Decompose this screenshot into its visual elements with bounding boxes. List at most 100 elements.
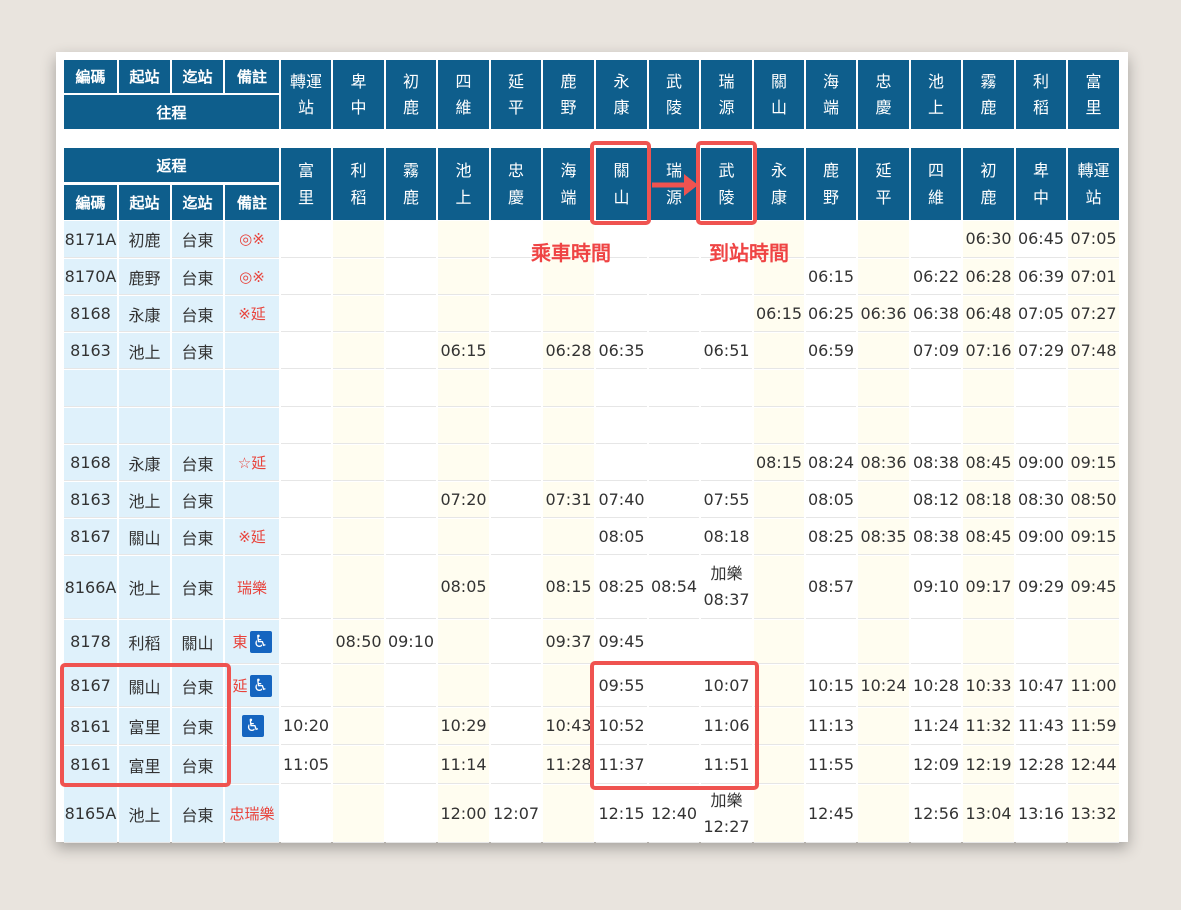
time-cell [754, 708, 804, 745]
row-from [119, 408, 170, 444]
wheelchair-icon: ♿ [249, 674, 272, 697]
time-cell [333, 408, 384, 444]
time-cell: 07:48 [1068, 333, 1119, 369]
time-cell [281, 785, 331, 843]
row-from: 永康 [119, 296, 170, 332]
highlight-box-guanshan-header [590, 141, 651, 225]
top-station-header: 利 稻 [1016, 60, 1066, 129]
time-cell [438, 370, 489, 407]
time-cell: 10:47 [1016, 665, 1066, 707]
return-station-header: 霧 鹿 [386, 148, 436, 220]
time-cell: 06:45 [1016, 221, 1066, 258]
time-cell: 09:10 [911, 556, 961, 619]
row-to: 關山 [172, 620, 223, 664]
time-cell: 13:16 [1016, 785, 1066, 843]
time-cell [491, 408, 541, 444]
return-station-header: 卑 中 [1016, 148, 1066, 220]
time-cell: 08:05 [806, 482, 856, 518]
time-cell [491, 620, 541, 664]
time-cell [858, 556, 909, 619]
note-text: ☆延 [237, 454, 267, 472]
time-cell: 07:05 [1068, 221, 1119, 258]
time-cell [333, 482, 384, 518]
time-cell [754, 785, 804, 843]
note-text: 東 [232, 633, 248, 651]
time-cell [281, 665, 331, 707]
time-cell [596, 296, 647, 332]
top-station-header: 鹿 野 [543, 60, 594, 129]
time-cell: 12:19 [963, 746, 1014, 784]
time-cell: 11:55 [806, 746, 856, 784]
time-cell: 12:45 [806, 785, 856, 843]
time-cell: 09:45 [596, 620, 647, 664]
return-station-header: 初 鹿 [963, 148, 1014, 220]
return-header-label: 備註 [225, 185, 279, 220]
row-note: 東 ♿ [225, 620, 279, 664]
top-header-label: 編碼 [64, 60, 117, 93]
time-cell: 09:45 [1068, 556, 1119, 619]
time-cell [754, 408, 804, 444]
row-from: 永康 [119, 445, 170, 481]
time-cell [1068, 620, 1119, 664]
time-cell [281, 259, 331, 295]
time-cell [701, 620, 752, 664]
time-cell [701, 445, 752, 481]
time-cell: 10:15 [806, 665, 856, 707]
time-cell: 12:56 [911, 785, 961, 843]
note-text: 延 [232, 677, 248, 695]
time-cell [438, 408, 489, 444]
time-cell: 07:29 [1016, 333, 1066, 369]
time-cell [438, 519, 489, 555]
top-station-header: 四 維 [438, 60, 489, 129]
time-cell: 07:16 [963, 333, 1014, 369]
top-station-header: 瑞 源 [701, 60, 752, 129]
note-text: ◎※ [239, 267, 265, 286]
time-cell: 09:15 [1068, 445, 1119, 481]
time-cell [491, 482, 541, 518]
time-cell: 07:27 [1068, 296, 1119, 332]
time-cell [438, 296, 489, 332]
row-from: 利稻 [119, 620, 170, 664]
row-to [172, 408, 223, 444]
time-cell [596, 445, 647, 481]
highlight-box-8161-8167-times [590, 661, 759, 790]
time-cell: 11:43 [1016, 708, 1066, 745]
time-cell [333, 370, 384, 407]
time-cell [491, 445, 541, 481]
boarding-time-label: 乘車時間 [531, 241, 611, 265]
time-cell: 10:24 [858, 665, 909, 707]
return-header-direction: 返程 [64, 148, 279, 182]
row-note: ☆延 [225, 445, 279, 481]
return-station-header: 忠 慶 [491, 148, 541, 220]
time-cell [701, 296, 752, 332]
row-code: 8165A [64, 785, 117, 843]
top-station-header: 海 端 [806, 60, 856, 129]
time-cell: 06:39 [1016, 259, 1066, 295]
row-note [225, 408, 279, 444]
time-cell [754, 665, 804, 707]
time-cell: 08:18 [701, 519, 752, 555]
time-cell [543, 665, 594, 707]
row-from: 池上 [119, 333, 170, 369]
top-station-header: 忠 慶 [858, 60, 909, 129]
time-cell [543, 296, 594, 332]
time-cell [963, 620, 1014, 664]
row-to [172, 370, 223, 407]
time-cell: 06:25 [806, 296, 856, 332]
time-cell: 06:30 [963, 221, 1014, 258]
time-cell [1016, 370, 1066, 407]
row-to: 台東 [172, 519, 223, 555]
time-cell [281, 333, 331, 369]
row-note: ※延 [225, 296, 279, 332]
time-cell: 13:04 [963, 785, 1014, 843]
time-cell [491, 333, 541, 369]
time-cell [911, 408, 961, 444]
top-station-header: 延 平 [491, 60, 541, 129]
time-cell [386, 296, 436, 332]
row-to: 台東 [172, 556, 223, 619]
time-cell: 10:43 [543, 708, 594, 745]
time-cell [596, 370, 647, 407]
row-note: ※延 [225, 519, 279, 555]
time-cell [333, 519, 384, 555]
time-cell [858, 370, 909, 407]
